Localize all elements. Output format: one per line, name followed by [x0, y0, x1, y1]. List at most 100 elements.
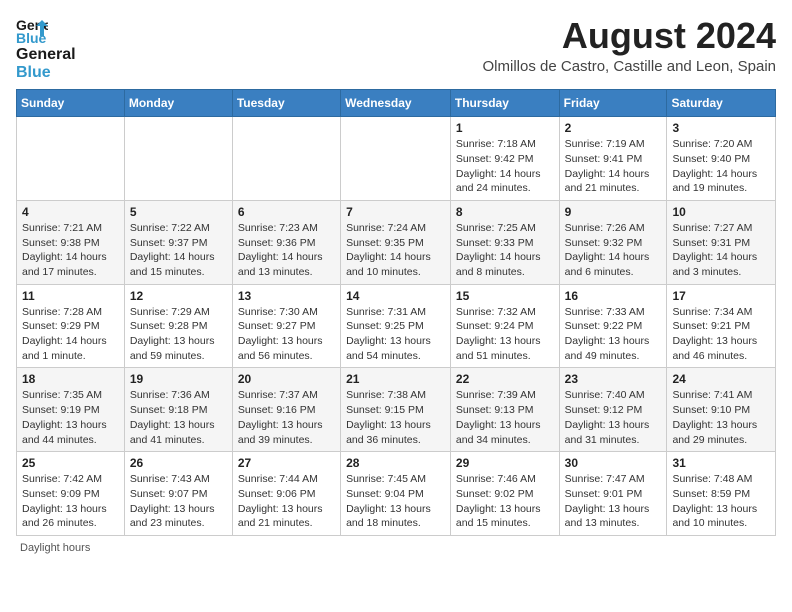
calendar-cell: 15 Sunrise: 7:32 AM Sunset: 9:24 PM Dayli…	[450, 284, 559, 368]
day-number: 5	[130, 205, 227, 219]
day-info: Sunrise: 7:26 AM Sunset: 9:32 PM Dayligh…	[565, 221, 662, 280]
day-info: Sunrise: 7:21 AM Sunset: 9:38 PM Dayligh…	[22, 221, 119, 280]
calendar-table: SundayMondayTuesdayWednesdayThursdayFrid…	[16, 89, 776, 536]
day-info: Sunrise: 7:35 AM Sunset: 9:19 PM Dayligh…	[22, 388, 119, 447]
day-number: 24	[672, 372, 770, 386]
day-info: Sunrise: 7:38 AM Sunset: 9:15 PM Dayligh…	[346, 388, 445, 447]
day-info: Sunrise: 7:36 AM Sunset: 9:18 PM Dayligh…	[130, 388, 227, 447]
column-header-thursday: Thursday	[450, 90, 559, 117]
day-number: 3	[672, 121, 770, 135]
calendar-cell: 11 Sunrise: 7:28 AM Sunset: 9:29 PM Dayli…	[17, 284, 125, 368]
column-header-wednesday: Wednesday	[341, 90, 451, 117]
day-info: Sunrise: 7:46 AM Sunset: 9:02 PM Dayligh…	[456, 472, 554, 531]
day-number: 21	[346, 372, 445, 386]
calendar-cell: 6 Sunrise: 7:23 AM Sunset: 9:36 PM Daylig…	[232, 200, 340, 284]
calendar-cell: 19 Sunrise: 7:36 AM Sunset: 9:18 PM Dayli…	[124, 368, 232, 452]
day-number: 11	[22, 289, 119, 303]
day-info: Sunrise: 7:33 AM Sunset: 9:22 PM Dayligh…	[565, 305, 662, 364]
day-number: 22	[456, 372, 554, 386]
day-number: 10	[672, 205, 770, 219]
calendar-cell: 10Sunrise: 7:27 AM Sunset: 9:31 PM Dayli…	[667, 200, 776, 284]
day-info: Sunrise: 7:23 AM Sunset: 9:36 PM Dayligh…	[238, 221, 335, 280]
column-header-sunday: Sunday	[17, 90, 125, 117]
day-info: Sunrise: 7:22 AM Sunset: 9:37 PM Dayligh…	[130, 221, 227, 280]
calendar-cell: 18 Sunrise: 7:35 AM Sunset: 9:19 PM Dayli…	[17, 368, 125, 452]
day-number: 9	[565, 205, 662, 219]
logo-icon: General Blue	[16, 16, 48, 44]
day-number: 25	[22, 456, 119, 470]
day-number: 20	[238, 372, 335, 386]
month-title: August 2024	[483, 16, 776, 56]
calendar-cell: 22 Sunrise: 7:39 AM Sunset: 9:13 PM Dayli…	[450, 368, 559, 452]
day-number: 6	[238, 205, 335, 219]
day-number: 2	[565, 121, 662, 135]
day-number: 28	[346, 456, 445, 470]
day-number: 17	[672, 289, 770, 303]
day-info: Sunrise: 7:32 AM Sunset: 9:24 PM Dayligh…	[456, 305, 554, 364]
logo-blue-text: Blue	[16, 64, 76, 82]
day-info: Sunrise: 7:25 AM Sunset: 9:33 PM Dayligh…	[456, 221, 554, 280]
day-number: 7	[346, 205, 445, 219]
day-number: 15	[456, 289, 554, 303]
calendar-cell: 1 Sunrise: 7:18 AM Sunset: 9:42 PM Daylig…	[450, 117, 559, 201]
day-number: 16	[565, 289, 662, 303]
day-number: 31	[672, 456, 770, 470]
logo-general-text: General	[16, 46, 76, 64]
day-info: Sunrise: 7:28 AM Sunset: 9:29 PM Dayligh…	[22, 305, 119, 364]
column-header-tuesday: Tuesday	[232, 90, 340, 117]
day-number: 26	[130, 456, 227, 470]
day-info: Sunrise: 7:24 AM Sunset: 9:35 PM Dayligh…	[346, 221, 445, 280]
footer-note: Daylight hours	[16, 542, 776, 554]
calendar-cell: 26Sunrise: 7:43 AM Sunset: 9:07 PM Dayli…	[124, 452, 232, 536]
day-number: 19	[130, 372, 227, 386]
day-number: 1	[456, 121, 554, 135]
column-header-friday: Friday	[559, 90, 667, 117]
calendar-cell: 4 Sunrise: 7:21 AM Sunset: 9:38 PM Daylig…	[17, 200, 125, 284]
day-info: Sunrise: 7:48 AM Sunset: 8:59 PM Dayligh…	[672, 472, 770, 531]
logo: General Blue General Blue	[16, 16, 76, 81]
calendar-cell: 3 Sunrise: 7:20 AM Sunset: 9:40 PM Daylig…	[667, 117, 776, 201]
week-row-1: 1 Sunrise: 7:18 AM Sunset: 9:42 PM Daylig…	[17, 117, 776, 201]
day-info: Sunrise: 7:18 AM Sunset: 9:42 PM Dayligh…	[456, 137, 554, 196]
day-number: 13	[238, 289, 335, 303]
calendar-cell: 8 Sunrise: 7:25 AM Sunset: 9:33 PM Daylig…	[450, 200, 559, 284]
day-info: Sunrise: 7:29 AM Sunset: 9:28 PM Dayligh…	[130, 305, 227, 364]
calendar-title-area: August 2024 Olmillos de Castro, Castille…	[483, 16, 776, 75]
day-number: 4	[22, 205, 119, 219]
day-info: Sunrise: 7:41 AM Sunset: 9:10 PM Dayligh…	[672, 388, 770, 447]
day-number: 8	[456, 205, 554, 219]
calendar-cell: 12Sunrise: 7:29 AM Sunset: 9:28 PM Dayli…	[124, 284, 232, 368]
calendar-cell: 17 Sunrise: 7:34 AM Sunset: 9:21 PM Dayli…	[667, 284, 776, 368]
calendar-cell: 27 Sunrise: 7:44 AM Sunset: 9:06 PM Dayli…	[232, 452, 340, 536]
calendar-cell: 24 Sunrise: 7:41 AM Sunset: 9:10 PM Dayli…	[667, 368, 776, 452]
day-number: 27	[238, 456, 335, 470]
calendar-cell: 9 Sunrise: 7:26 AM Sunset: 9:32 PM Daylig…	[559, 200, 667, 284]
day-number: 18	[22, 372, 119, 386]
column-header-saturday: Saturday	[667, 90, 776, 117]
calendar-cell: 5 Sunrise: 7:22 AM Sunset: 9:37 PM Daylig…	[124, 200, 232, 284]
day-info: Sunrise: 7:34 AM Sunset: 9:21 PM Dayligh…	[672, 305, 770, 364]
day-info: Sunrise: 7:19 AM Sunset: 9:41 PM Dayligh…	[565, 137, 662, 196]
calendar-cell: 20 Sunrise: 7:37 AM Sunset: 9:16 PM Dayli…	[232, 368, 340, 452]
calendar-cell	[124, 117, 232, 201]
calendar-cell: 25Sunrise: 7:42 AM Sunset: 9:09 PM Dayli…	[17, 452, 125, 536]
calendar-cell: 7 Sunrise: 7:24 AM Sunset: 9:35 PM Daylig…	[341, 200, 451, 284]
day-info: Sunrise: 7:45 AM Sunset: 9:04 PM Dayligh…	[346, 472, 445, 531]
day-info: Sunrise: 7:40 AM Sunset: 9:12 PM Dayligh…	[565, 388, 662, 447]
location-title: Olmillos de Castro, Castille and Leon, S…	[483, 58, 776, 75]
column-header-monday: Monday	[124, 90, 232, 117]
calendar-header-row: SundayMondayTuesdayWednesdayThursdayFrid…	[17, 90, 776, 117]
day-number: 29	[456, 456, 554, 470]
calendar-cell: 30Sunrise: 7:47 AM Sunset: 9:01 PM Dayli…	[559, 452, 667, 536]
calendar-cell: 21 Sunrise: 7:38 AM Sunset: 9:15 PM Dayli…	[341, 368, 451, 452]
day-info: Sunrise: 7:37 AM Sunset: 9:16 PM Dayligh…	[238, 388, 335, 447]
page-header: General Blue General Blue August 2024 Ol…	[16, 16, 776, 81]
day-info: Sunrise: 7:44 AM Sunset: 9:06 PM Dayligh…	[238, 472, 335, 531]
day-info: Sunrise: 7:31 AM Sunset: 9:25 PM Dayligh…	[346, 305, 445, 364]
day-info: Sunrise: 7:47 AM Sunset: 9:01 PM Dayligh…	[565, 472, 662, 531]
day-info: Sunrise: 7:30 AM Sunset: 9:27 PM Dayligh…	[238, 305, 335, 364]
day-info: Sunrise: 7:39 AM Sunset: 9:13 PM Dayligh…	[456, 388, 554, 447]
calendar-cell: 28 Sunrise: 7:45 AM Sunset: 9:04 PM Dayli…	[341, 452, 451, 536]
week-row-5: 25Sunrise: 7:42 AM Sunset: 9:09 PM Dayli…	[17, 452, 776, 536]
day-info: Sunrise: 7:20 AM Sunset: 9:40 PM Dayligh…	[672, 137, 770, 196]
